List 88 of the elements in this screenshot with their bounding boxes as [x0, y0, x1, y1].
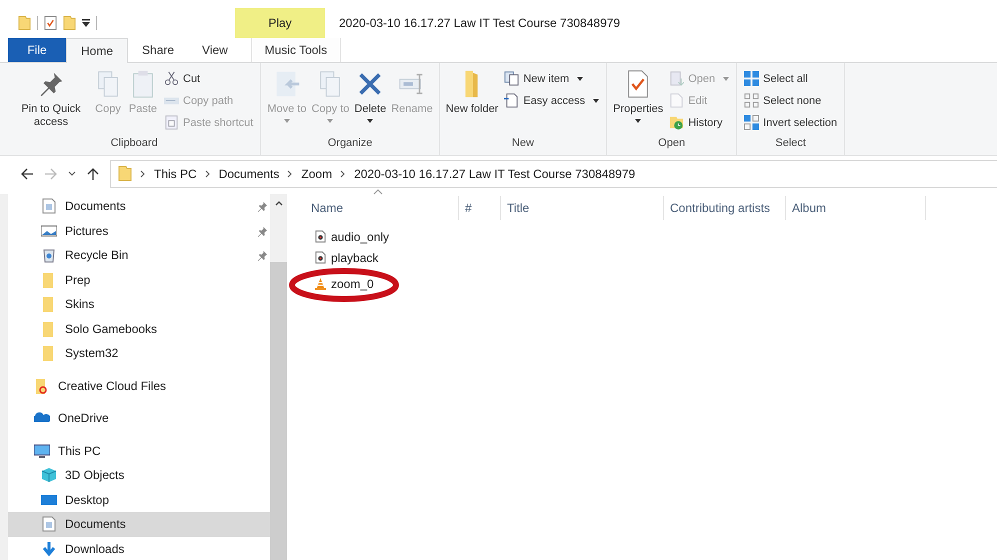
nav-item[interactable]: Documents	[8, 512, 270, 536]
forward-icon[interactable]	[44, 166, 58, 180]
cube-icon	[41, 467, 57, 484]
ribbon-button[interactable]: Select none	[741, 91, 840, 110]
chevron-icon	[204, 170, 211, 178]
up-icon[interactable]	[86, 166, 100, 180]
download-icon	[41, 540, 57, 557]
pin-icon[interactable]	[257, 250, 268, 261]
breadcrumb[interactable]: Zoom	[301, 166, 332, 180]
ribbon-button[interactable]: Easy access	[501, 91, 602, 110]
pin-icon[interactable]	[257, 226, 268, 236]
column-header[interactable]: Album	[792, 201, 826, 215]
ribbon-button[interactable]: New folder	[444, 67, 500, 137]
folder-icon	[118, 165, 132, 182]
nav-item[interactable]: Creative Cloud Files	[8, 374, 270, 398]
scroll-up-icon[interactable]	[274, 200, 282, 206]
select-all-icon	[744, 71, 760, 86]
recycle-bin-icon	[41, 247, 57, 264]
breadcrumb[interactable]: This PC	[154, 166, 197, 180]
nav-item[interactable]: Documents	[8, 194, 270, 218]
ribbon-button[interactable]: Delete	[352, 67, 388, 137]
column-header[interactable]: Contributing artists	[670, 201, 770, 215]
nav-item[interactable]: Prep	[8, 268, 270, 292]
ribbon-tab[interactable]: Music Tools	[250, 38, 341, 62]
group-label: Clipboard	[110, 137, 159, 151]
traffic-cone-icon	[315, 277, 326, 290]
properties-icon[interactable]	[44, 15, 57, 31]
ribbon-tab[interactable]: File	[8, 38, 66, 62]
scrollbar-thumb[interactable]	[270, 262, 287, 560]
select-none-icon	[744, 93, 760, 108]
ribbon-button[interactable]: Cut	[161, 69, 256, 88]
nav-item[interactable]: 3D Objects	[8, 463, 270, 488]
chevron-icon	[287, 170, 294, 178]
file-name[interactable]: audio_only	[331, 230, 390, 244]
ribbon-tab[interactable]: View	[188, 38, 242, 62]
scissors-icon	[164, 71, 179, 86]
group-label: Organize	[326, 137, 374, 151]
breadcrumb[interactable]: 2020-03-10 16.17.27 Law IT Test Course 730848979	[354, 166, 636, 180]
column-header[interactable]: Title	[507, 201, 530, 215]
column-header[interactable]: #	[465, 201, 472, 215]
chevron-icon	[140, 170, 146, 178]
computer-icon	[34, 442, 50, 459]
folder-icon[interactable]	[18, 15, 31, 31]
ribbon-button[interactable]: Properties	[611, 67, 666, 137]
ribbon-tab[interactable]: Share	[128, 38, 188, 62]
window-title: 2020-03-10 16.17.27 Law IT Test Course 730848979	[338, 15, 620, 32]
document-icon	[41, 198, 57, 214]
audio-file-icon	[315, 230, 326, 243]
ribbon-button[interactable]: New item	[501, 69, 602, 88]
pin-icon[interactable]	[257, 201, 268, 212]
invert-selection-icon	[744, 115, 760, 130]
history-icon	[669, 115, 684, 130]
document-icon	[41, 516, 57, 532]
nav-item[interactable]: Skins	[8, 292, 270, 316]
nav-item[interactable]: This PC	[8, 438, 270, 463]
ribbon-button[interactable]: Select all	[741, 69, 840, 88]
shortcut-icon	[164, 115, 179, 130]
chevron-icon	[340, 170, 346, 178]
open-icon	[669, 71, 684, 86]
contextual-tab-header: Play	[235, 8, 325, 38]
nav-item[interactable]: Downloads	[8, 536, 270, 560]
breadcrumb[interactable]: Documents	[218, 166, 280, 180]
back-icon[interactable]	[20, 166, 34, 180]
ribbon-button[interactable]: History	[666, 113, 732, 132]
address-bar[interactable]: This PC Documents Zoom 2020-03-10 16.17.27 Law IT Test Course 730848979	[110, 160, 997, 188]
new-item-icon	[504, 71, 520, 86]
pictures-icon	[41, 222, 57, 239]
nav-item[interactable]: OneDrive	[8, 406, 270, 430]
dropdown-icon[interactable]	[82, 19, 90, 27]
chevron-icon[interactable]	[68, 170, 76, 176]
folder-icon[interactable]	[63, 15, 76, 31]
nav-item[interactable]: Solo Gamebooks	[8, 316, 270, 341]
column-header[interactable]: Name	[311, 201, 344, 215]
ribbon-button[interactable]: Pin to Quick access	[12, 67, 90, 137]
nav-item[interactable]: Pictures	[8, 218, 270, 243]
file-name[interactable]: zoom_0	[331, 276, 374, 290]
nav-item[interactable]: Recycle Bin	[8, 243, 270, 268]
file-name[interactable]: playback	[331, 250, 378, 264]
audio-file-icon	[315, 251, 326, 264]
group-label: Open	[657, 137, 686, 151]
edit-icon	[669, 93, 684, 108]
document-icon	[504, 93, 520, 108]
ribbon-button[interactable]: Invert selection	[741, 113, 840, 132]
nav-item[interactable]: Desktop	[8, 488, 270, 512]
group-label: Select	[774, 137, 807, 151]
nav-item[interactable]: System32	[8, 341, 270, 366]
ribbon-tab[interactable]: Home	[66, 38, 128, 63]
group-label: New	[510, 137, 535, 151]
